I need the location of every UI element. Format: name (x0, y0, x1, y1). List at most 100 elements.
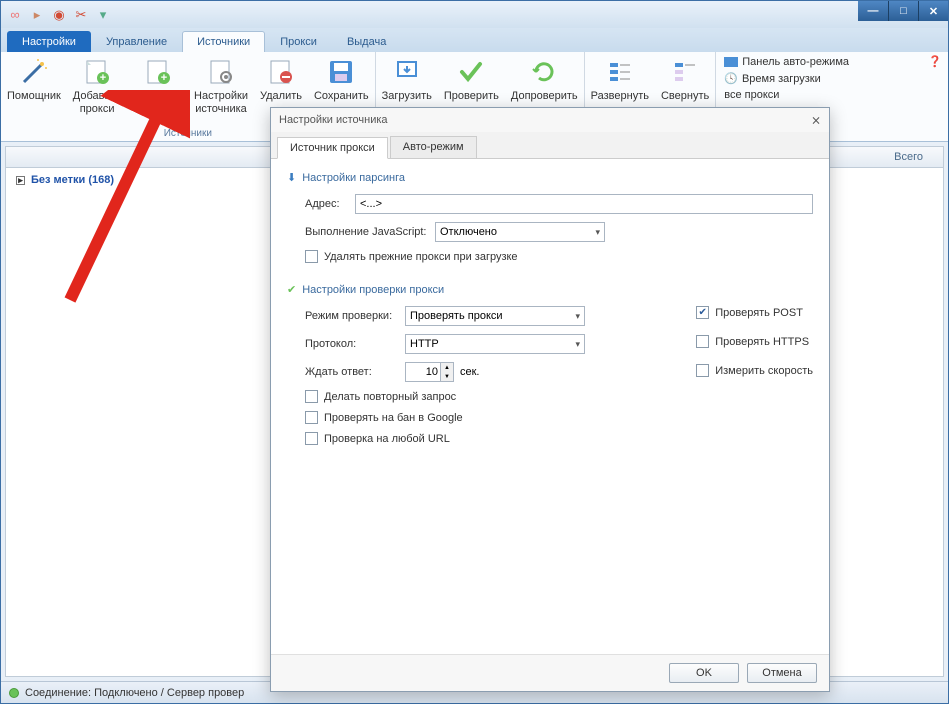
recheck-button[interactable]: Допроверить (505, 52, 584, 105)
expand-button[interactable]: Развернуть (585, 52, 655, 105)
spin-down-icon[interactable]: ▼ (441, 372, 453, 381)
tools-icon[interactable]: ✂ (73, 7, 89, 23)
download-icon (391, 56, 423, 88)
check-https-checkbox[interactable]: Проверять HTTPS (696, 335, 813, 348)
save-icon (325, 56, 357, 88)
tree-expander[interactable]: ▸ (16, 176, 25, 185)
tab-output[interactable]: Выдача (332, 31, 401, 52)
download-button[interactable]: Загрузить (376, 52, 438, 105)
maximize-button[interactable]: □ (888, 1, 918, 21)
dialog-tabs: Источник прокси Авто-режим (271, 132, 829, 159)
dialog-close-icon[interactable]: ⨯ (811, 113, 821, 127)
tab-auto-mode[interactable]: Авто-режим (390, 136, 477, 158)
all-proxy[interactable]: все прокси (724, 89, 849, 101)
ok-button[interactable]: OK (669, 663, 739, 683)
recheck-icon (528, 56, 560, 88)
svg-text:+: + (100, 72, 106, 84)
tab-proxy[interactable]: Прокси (265, 31, 332, 52)
add-proxy-icon: + (81, 56, 113, 88)
delete-icon (265, 56, 297, 88)
js-label: Выполнение JavaScript: (305, 226, 435, 238)
protocol-select[interactable]: HTTP (405, 334, 585, 354)
dialog-body: ⬇ Настройки парсинга Адрес: Выполнение J… (271, 159, 829, 654)
infinity-icon[interactable]: ∞ (7, 7, 23, 23)
checkbox-icon (696, 335, 709, 348)
source-settings-dialog: Настройки источника ⨯ Источник прокси Ав… (270, 107, 830, 692)
mode-select[interactable]: Проверять прокси (405, 306, 585, 326)
check-label: Проверить (444, 90, 499, 103)
load-time[interactable]: 🕓Время загрузки (724, 72, 849, 85)
add-source-button[interactable]: + Добавить источник (127, 52, 188, 117)
delete-old-checkbox[interactable]: Удалять прежние прокси при загрузке (287, 250, 813, 263)
delete-label: Удалить (260, 90, 302, 103)
status-dot-icon (9, 688, 19, 698)
recheck-label: Допроверить (511, 90, 578, 103)
tree-item-label: Без метки (168) (31, 174, 114, 186)
tab-management[interactable]: Управление (91, 31, 182, 52)
save-label: Сохранить (314, 90, 369, 103)
add-source-label: Добавить источник (133, 90, 182, 115)
status-text: Соединение: Подключено / Сервер провер (25, 687, 244, 699)
dialog-titlebar: Настройки источника ⨯ (271, 108, 829, 132)
dropdown-icon[interactable]: ▾ (95, 7, 111, 23)
cancel-button[interactable]: Отмена (747, 663, 817, 683)
checkbox-icon (305, 250, 318, 263)
tab-settings[interactable]: Настройки (7, 31, 91, 52)
record-icon[interactable]: ◉ (51, 7, 67, 23)
wait-unit: сек. (460, 366, 480, 378)
titlebar: ∞ ▸ ◉ ✂ ▾ — □ ✕ (1, 1, 948, 28)
source-settings-label: Настройки источника (194, 90, 248, 115)
add-proxy-label: Добавить прокси (73, 90, 122, 115)
add-proxy-button[interactable]: + Добавить прокси (67, 52, 128, 117)
check-post-checkbox[interactable]: ✔ Проверять POST (696, 306, 813, 319)
dialog-buttons: OK Отмена (271, 654, 829, 691)
wizard-button[interactable]: Помощник (1, 52, 67, 105)
panel-icon (724, 57, 738, 67)
js-select[interactable]: Отключено (435, 222, 605, 242)
checkbox-icon (305, 432, 318, 445)
save-button[interactable]: Сохранить (308, 52, 375, 105)
collapse-icon (669, 56, 701, 88)
checkbox-icon (305, 411, 318, 424)
wait-label: Ждать ответ: (305, 366, 405, 378)
quick-access-toolbar: ∞ ▸ ◉ ✂ ▾ (7, 7, 111, 23)
checkbox-icon: ✔ (696, 306, 709, 319)
address-input[interactable] (355, 194, 813, 214)
ribbon-tabs: Настройки Управление Источники Прокси Вы… (1, 28, 948, 52)
dialog-title: Настройки источника (279, 114, 388, 126)
wait-input[interactable] (405, 362, 441, 382)
check-google-checkbox[interactable]: Проверять на бан в Google (287, 411, 813, 424)
tab-proxy-source[interactable]: Источник прокси (277, 137, 388, 159)
check-icon (455, 56, 487, 88)
check-url-checkbox[interactable]: Проверка на любой URL (287, 432, 813, 445)
checkbox-icon (696, 364, 709, 377)
delete-button[interactable]: Удалить (254, 52, 308, 105)
window-buttons: — □ ✕ (858, 1, 948, 21)
mode-label: Режим проверки: (305, 310, 405, 322)
source-settings-icon (205, 56, 237, 88)
collapse-label: Свернуть (661, 90, 709, 103)
checkbox-icon (305, 390, 318, 403)
tab-sources[interactable]: Источники (182, 31, 265, 52)
section-parsing: ⬇ Настройки парсинга (287, 171, 813, 184)
spin-up-icon[interactable]: ▲ (441, 363, 453, 372)
source-settings-button[interactable]: Настройки источника (188, 52, 254, 117)
measure-speed-checkbox[interactable]: Измерить скорость (696, 364, 813, 377)
panel-auto-mode[interactable]: Панель авто-режима (724, 56, 849, 68)
help-icon[interactable]: ❓ (928, 55, 942, 68)
retry-checkbox[interactable]: Делать повторный запрос (287, 390, 813, 403)
expand-icon (604, 56, 636, 88)
download-label: Загрузить (382, 90, 432, 103)
collapse-button[interactable]: Свернуть (655, 52, 715, 105)
wand-icon (18, 56, 50, 88)
check-small-icon: ✔ (287, 283, 296, 296)
svg-text:+: + (161, 72, 167, 84)
protocol-label: Протокол: (305, 338, 405, 350)
wizard-label: Помощник (7, 90, 61, 103)
check-button[interactable]: Проверить (438, 52, 505, 105)
close-button[interactable]: ✕ (918, 1, 948, 21)
wait-spinner[interactable]: ▲▼ (405, 362, 454, 382)
play-icon[interactable]: ▸ (29, 7, 45, 23)
download-small-icon: ⬇ (287, 171, 296, 184)
minimize-button[interactable]: — (858, 1, 888, 21)
